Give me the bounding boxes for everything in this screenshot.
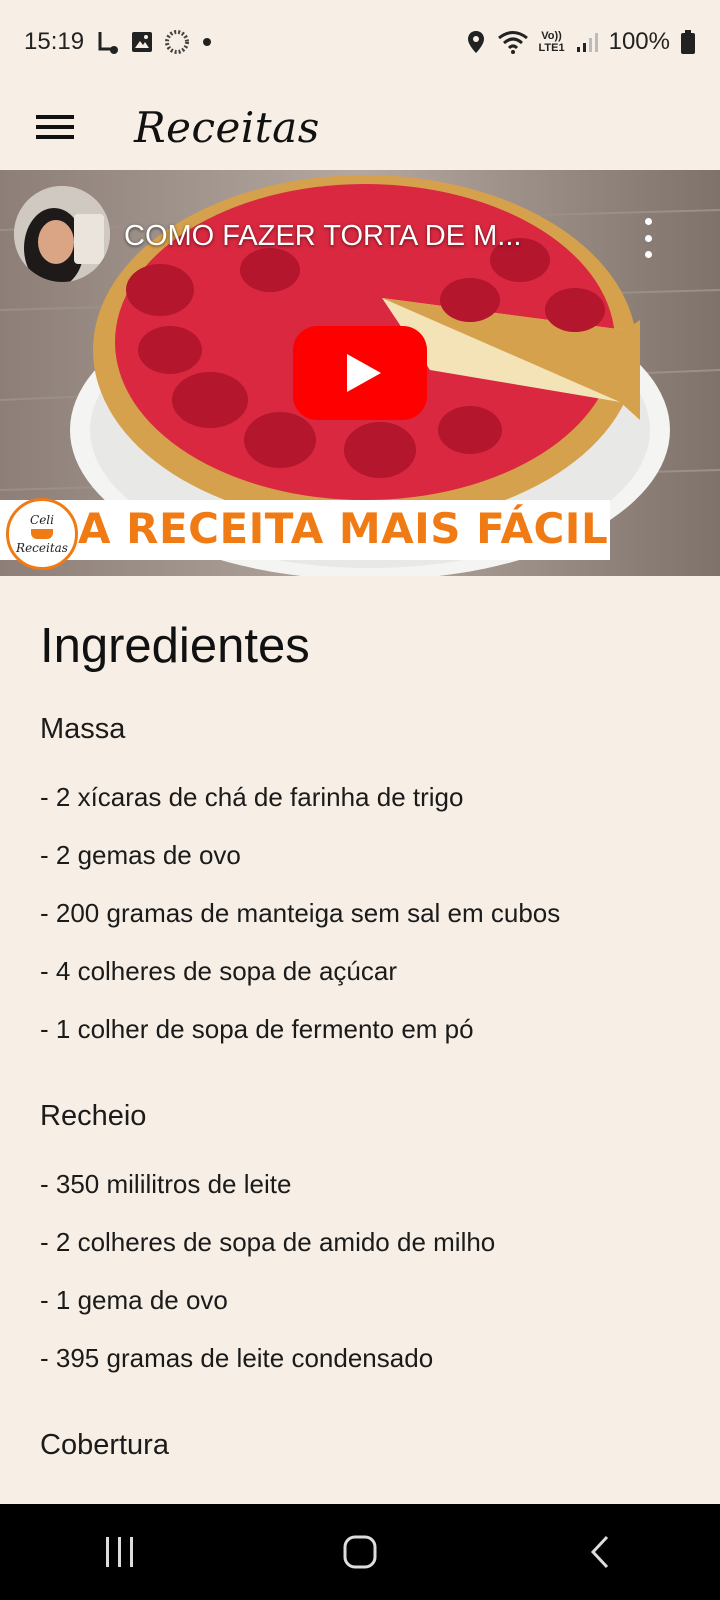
- section-title-massa: Massa: [40, 713, 126, 745]
- status-bar: 15:19 Vo)) LTE1 100%: [0, 0, 720, 84]
- wifi-icon: [497, 29, 529, 55]
- system-navigation-bar: [0, 1504, 720, 1600]
- location-icon: [465, 29, 487, 55]
- ingredients-heading: Ingredientes: [40, 619, 310, 673]
- signal-icon: [575, 30, 599, 54]
- ingredient-item: - 395 gramas de leite condensado: [40, 1343, 434, 1373]
- notification-icon: [94, 29, 120, 55]
- back-icon: [590, 1535, 609, 1569]
- battery-icon: [680, 29, 696, 55]
- ingredient-item: - 1 gema de ovo: [40, 1285, 228, 1315]
- hamburger-menu-icon: [36, 115, 74, 139]
- logo-line-2: Receitas: [16, 541, 68, 555]
- ingredient-item: - 2 colheres de sopa de amido de milho: [40, 1227, 496, 1257]
- ingredient-item: - 1 colher de sopa de fermento em pó: [40, 1014, 474, 1044]
- home-button[interactable]: [320, 1522, 400, 1582]
- recents-button[interactable]: [80, 1522, 160, 1582]
- recents-icon: [106, 1537, 133, 1567]
- network-label-top: Vo)): [541, 30, 562, 42]
- hamburger-menu-button[interactable]: [0, 84, 110, 170]
- ingredient-item: - 350 mililitros de leite: [40, 1169, 292, 1199]
- home-icon: [343, 1535, 377, 1569]
- cup-icon: [31, 529, 53, 539]
- battery-percent: 100%: [608, 28, 670, 55]
- dot-icon: [200, 35, 214, 49]
- recipe-content: Ingredientes Massa - 2 xícaras de chá de…: [40, 576, 690, 1460]
- network-label: Vo)) LTE1: [539, 30, 565, 54]
- youtube-play-icon: [293, 326, 427, 420]
- status-left: 15:19: [24, 28, 214, 56]
- channel-logo: Celi Receitas: [6, 498, 78, 570]
- video-title[interactable]: COMO FAZER TORTA DE M...: [124, 220, 521, 253]
- status-time: 15:19: [24, 28, 85, 55]
- ingredient-item: - 2 xícaras de chá de farinha de trigo: [40, 782, 464, 812]
- ingredient-item: - 4 colheres de sopa de açúcar: [40, 956, 397, 986]
- back-button[interactable]: [560, 1522, 640, 1582]
- channel-avatar[interactable]: [14, 186, 110, 282]
- network-label-bottom: LTE1: [538, 42, 565, 54]
- loading-icon: [164, 29, 190, 55]
- section-title-cobertura: Cobertura: [40, 1429, 169, 1461]
- video-banner-text: A RECEITA MAIS FÁCIL: [78, 504, 609, 553]
- play-button[interactable]: [293, 326, 427, 420]
- section-title-recheio: Recheio: [40, 1100, 147, 1132]
- gallery-icon: [130, 30, 154, 54]
- video-more-options-icon[interactable]: [640, 218, 656, 258]
- ingredient-item: - 200 gramas de manteiga sem sal em cubo…: [40, 898, 561, 928]
- status-right: Vo)) LTE1 100%: [465, 28, 696, 56]
- ingredient-item: - 2 gemas de ovo: [40, 840, 241, 870]
- app-title: Receitas: [134, 102, 320, 152]
- logo-line-1: Celi: [30, 513, 54, 527]
- app-bar: Receitas: [0, 84, 720, 170]
- youtube-video-player[interactable]: COMO FAZER TORTA DE M... A RECEITA MAIS …: [0, 170, 720, 576]
